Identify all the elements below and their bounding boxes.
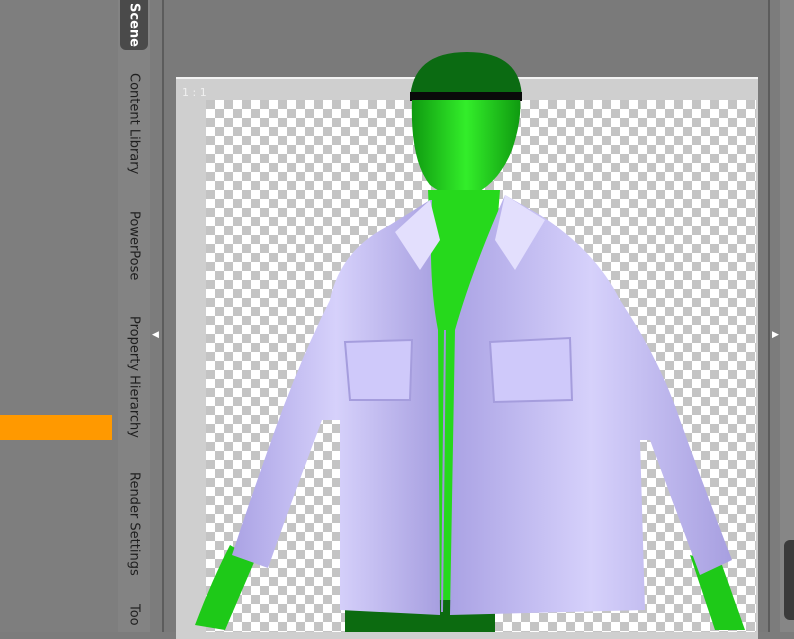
right-pane [780, 0, 794, 632]
3d-figure-render[interactable] [0, 0, 794, 632]
triangle-right-icon[interactable]: ▶ [772, 330, 779, 340]
triangle-left-icon[interactable]: ◀ [152, 330, 159, 340]
right-pane-tab[interactable] [784, 540, 794, 620]
